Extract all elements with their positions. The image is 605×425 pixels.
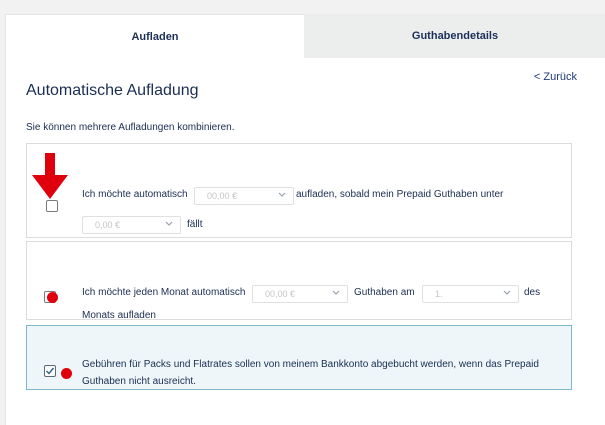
chevron-down-icon bbox=[332, 290, 340, 295]
monthly-amount-select-value: 00,00 € bbox=[265, 289, 296, 299]
option2-text-c: des bbox=[524, 287, 541, 298]
option-card-threshold: Ich möchte automatisch 00,00 € aufladen,… bbox=[26, 143, 572, 238]
option2-text-a: Ich möchte jeden Monat automatisch bbox=[82, 287, 246, 298]
option1-text-b: aufladen, sobald mein Prepaid Guthaben u… bbox=[296, 189, 504, 200]
threshold-select-value: 0,00 € bbox=[95, 220, 121, 230]
back-link[interactable]: < Zurück bbox=[534, 71, 577, 83]
monthly-amount-select[interactable]: 00,00 € bbox=[252, 285, 348, 303]
tab-guthabendetails[interactable]: Guthabendetails bbox=[304, 14, 605, 58]
amount-select[interactable]: 00,00 € bbox=[194, 187, 294, 205]
option2-text-d: Monats aufladen bbox=[82, 310, 156, 321]
day-select-value: 1. bbox=[435, 289, 443, 299]
chevron-down-icon bbox=[165, 221, 173, 226]
option3-line1: Gebühren für Packs und Flatrates sollen … bbox=[82, 359, 539, 370]
option3-line2: Guthaben nicht ausreicht. bbox=[82, 376, 196, 387]
option1-text-a: Ich möchte automatisch bbox=[82, 189, 188, 200]
option1-text-c: fällt bbox=[187, 219, 203, 230]
checkmark-icon bbox=[46, 367, 55, 375]
day-select[interactable]: 1. bbox=[422, 285, 519, 303]
chevron-down-icon bbox=[503, 290, 511, 295]
annotation-dot bbox=[47, 292, 58, 303]
option-card-monthly: Ich möchte jeden Monat automatisch 00,00… bbox=[26, 241, 572, 321]
chevron-down-icon bbox=[278, 192, 286, 197]
amount-select-value: 00,00 € bbox=[207, 191, 238, 201]
checkbox-fees[interactable] bbox=[44, 365, 56, 377]
threshold-select[interactable]: 0,00 € bbox=[82, 216, 181, 234]
tab-aufladen[interactable]: Aufladen bbox=[6, 14, 304, 58]
option-card-fees: Gebühren für Packs und Flatrates sollen … bbox=[26, 325, 572, 390]
hint-text: Sie können mehrere Aufladungen kombinier… bbox=[26, 122, 235, 133]
annotation-arrow-down-icon bbox=[32, 153, 68, 199]
checkbox-threshold[interactable] bbox=[46, 200, 58, 212]
annotation-dot bbox=[61, 368, 72, 379]
option2-text-b: Guthaben am bbox=[354, 287, 415, 298]
tab-bar: Aufladen Guthabendetails bbox=[6, 14, 605, 58]
page-title: Automatische Aufladung bbox=[26, 82, 199, 99]
